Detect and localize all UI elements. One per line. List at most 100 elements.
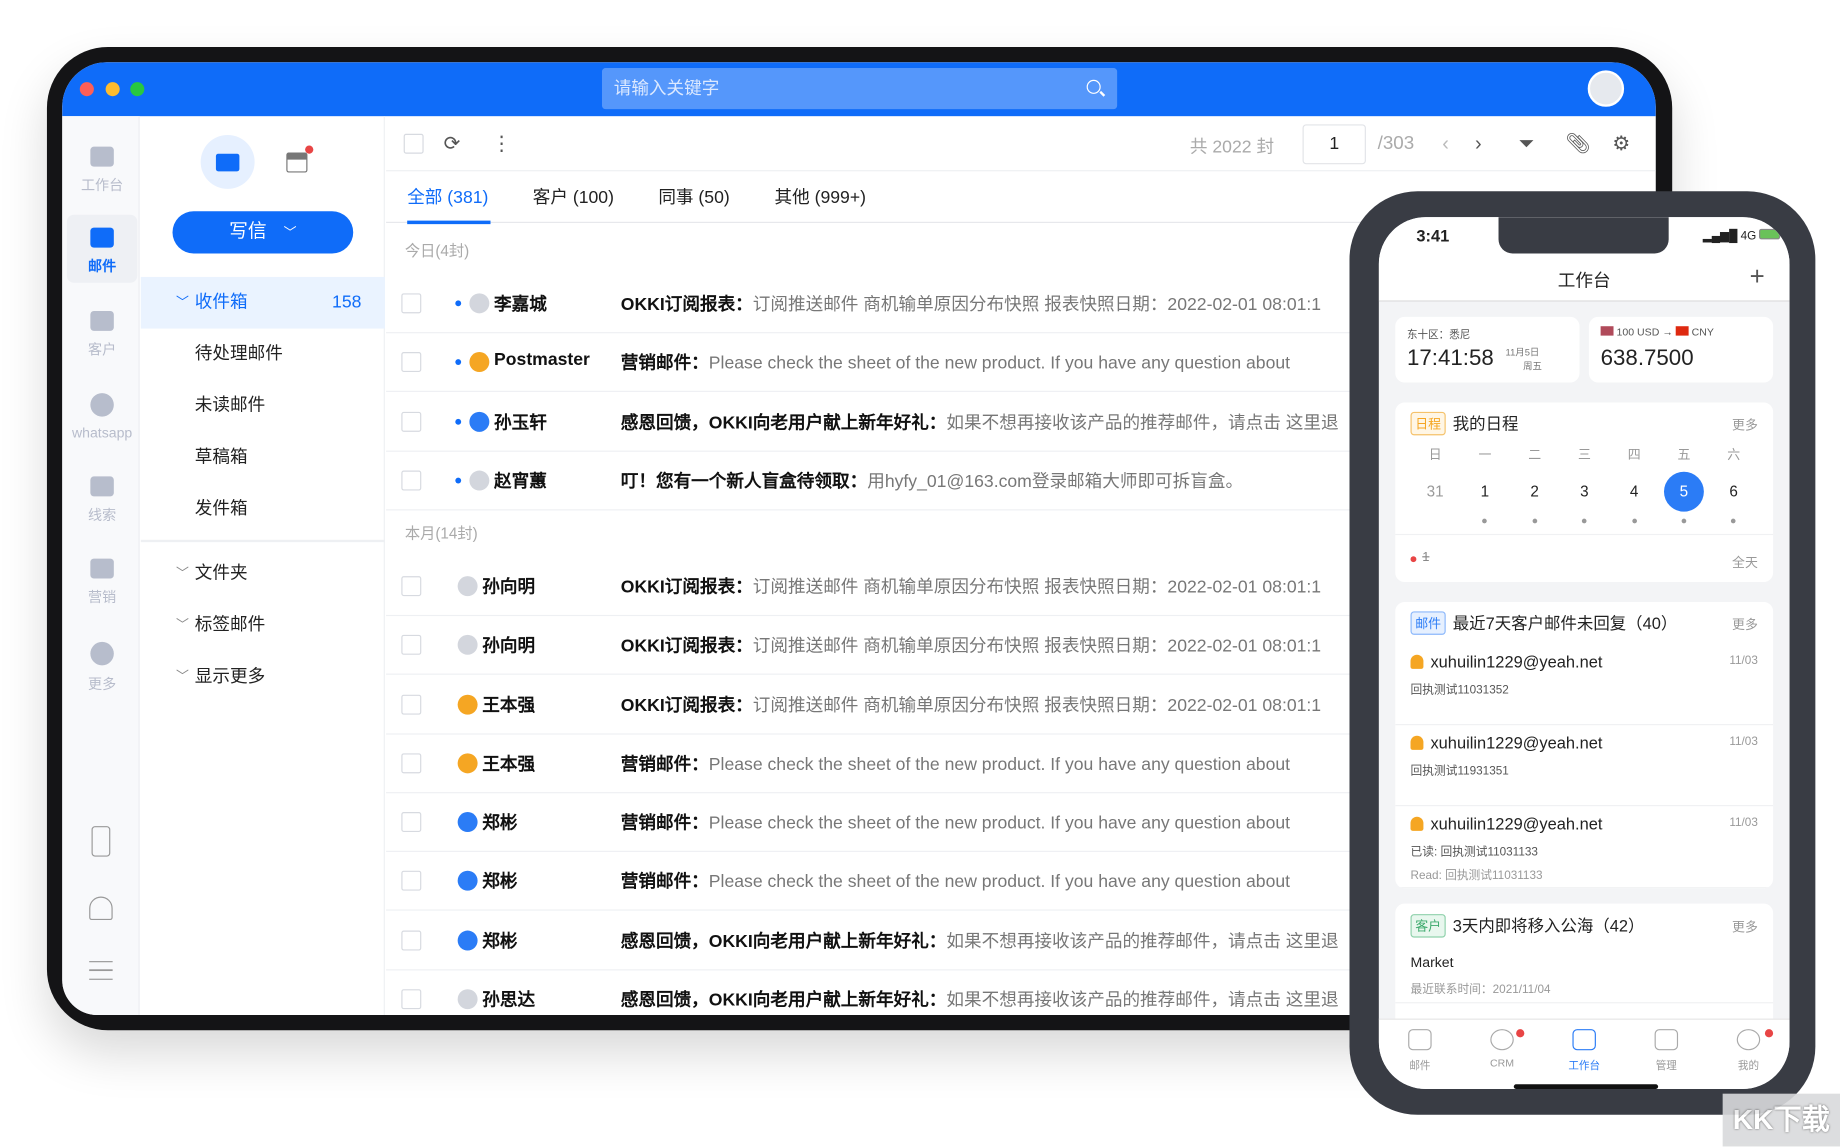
user-avatar[interactable] [1587, 70, 1625, 107]
sender-name: 孙向明 [482, 577, 536, 598]
rail-item-6[interactable]: 更多 [67, 629, 137, 697]
row-checkbox[interactable] [401, 989, 422, 1010]
row-checkbox[interactable] [401, 352, 422, 372]
mailcard-more-link[interactable]: 更多 [1732, 615, 1758, 634]
bell-icon[interactable] [89, 896, 113, 921]
rail-item-2[interactable]: 客户 [67, 298, 137, 366]
sender-name: 孙思达 [482, 990, 536, 1011]
customer-company[interactable]: Market [1411, 954, 1454, 970]
unreplied-mail-item[interactable]: xuhuilin1229@yeah.net 11/03 已读: 回执测试110311… [1395, 806, 1774, 889]
notch [1498, 217, 1669, 254]
org-structure-icon[interactable] [286, 152, 308, 173]
mailcard-title: 最近7天客户邮件未回复（40） [1452, 613, 1678, 633]
tab-customers[interactable]: 客户 (100) [533, 184, 614, 209]
group-tagged[interactable]: ﹀ 标签邮件 [141, 600, 385, 652]
next-page-icon[interactable]: › [1475, 133, 1482, 156]
folder-panel: 写信 ﹀ ﹀ 收件箱 158 待处理邮件 未读邮件 草稿箱 发件箱 ﹀ 文件夹 ﹀ 标签… [140, 116, 385, 1016]
total-count: 共 2022 封 [1189, 137, 1275, 158]
customer-tag: 客户 [1410, 914, 1446, 938]
mailbox-switch-button[interactable] [200, 134, 255, 189]
rail-item-5[interactable]: 营销 [67, 546, 137, 614]
calendar-day[interactable]: 31 [1415, 472, 1455, 512]
attachment-icon[interactable]: 📎︎ [1565, 133, 1590, 156]
custcard-more-link[interactable]: 更多 [1732, 918, 1758, 937]
tab-colleagues[interactable]: 同事 (50) [658, 184, 729, 209]
row-checkbox[interactable] [401, 812, 422, 832]
calendar-day[interactable]: 5 [1663, 471, 1704, 512]
rail-item-label: 工作台 [80, 177, 124, 194]
mobile-tab-label: CRM [1490, 1057, 1515, 1070]
schedule-title: 我的日程 [1452, 414, 1519, 434]
maximize-window-button[interactable] [130, 82, 145, 97]
group-show-more[interactable]: ﹀ 显示更多 [141, 651, 385, 703]
network-type: 4G [1740, 230, 1757, 243]
row-checkbox[interactable] [401, 753, 422, 774]
folder-drafts[interactable]: 草稿箱 [141, 432, 385, 484]
unreplied-mail-card: 邮件 最近7天客户邮件未回复（40） 更多 xuhuilin1229@yeah.n… [1395, 601, 1774, 889]
mobile-tab-1[interactable]: CRM [1467, 1029, 1537, 1069]
mobile-device-icon[interactable] [91, 826, 111, 857]
search-input[interactable]: 请输入关键字 [601, 68, 1118, 110]
app-nav-rail: 工作台邮件客户 whatsapp 线索营销更多 [62, 116, 140, 1016]
minimize-window-button[interactable] [105, 82, 120, 97]
row-checkbox[interactable] [401, 694, 422, 715]
unreplied-mail-item[interactable]: xuhuilin1229@yeah.net 11/03 回执测试11931351 [1395, 725, 1774, 807]
contact-person-icon [1410, 654, 1424, 669]
row-checkbox[interactable] [401, 293, 422, 314]
event-title[interactable]: 1 [1422, 550, 1429, 564]
settings-gear-icon[interactable]: ⚙ [1612, 133, 1630, 156]
row-checkbox[interactable] [401, 411, 422, 432]
calendar-day[interactable]: 6 [1714, 472, 1754, 512]
chevron-down-icon: ﹀ [176, 295, 189, 310]
add-icon[interactable]: + [1750, 262, 1765, 293]
close-window-button[interactable] [79, 82, 94, 97]
rail-item-4[interactable]: 线索 [67, 464, 137, 532]
more-vertical-icon[interactable]: ⋮ [492, 133, 512, 156]
select-all-checkbox[interactable] [403, 133, 424, 154]
folder-pending[interactable]: 待处理邮件 [141, 329, 385, 381]
tab-others[interactable]: 其他 (999+) [774, 184, 865, 209]
chevron-down-icon[interactable]: ﹀ [284, 226, 297, 240]
row-checkbox[interactable] [401, 576, 422, 597]
row-checkbox[interactable] [401, 930, 422, 951]
menu-icon[interactable] [89, 961, 113, 980]
row-checkbox[interactable] [401, 634, 422, 655]
row-checkbox[interactable] [401, 470, 422, 491]
calendar-day[interactable]: 2 [1515, 472, 1555, 512]
folder-unread[interactable]: 未读邮件 [141, 380, 385, 432]
calendar-day[interactable]: 1 [1465, 472, 1505, 512]
mobile-tab-3[interactable]: 管理 [1631, 1029, 1701, 1072]
sender-avatar [469, 352, 490, 372]
group-folders[interactable]: ﹀ 文件夹 [141, 548, 385, 600]
calendar-day[interactable]: 4 [1614, 472, 1654, 512]
mobile-tab-0[interactable]: 邮件 [1385, 1029, 1455, 1072]
cn-flag-icon [1675, 326, 1689, 336]
world-clock-card[interactable]: 东十区：悉尼 17:41:58 11月5日 周五 [1395, 316, 1580, 383]
folder-inbox[interactable]: ﹀ 收件箱 158 [140, 276, 385, 329]
unreplied-mail-item[interactable]: xuhuilin1229@yeah.net 11/03 回执测试11031352 [1395, 644, 1774, 726]
mobile-tab-bar: 邮件 CRM 工作台 管理 我的 [1378, 1018, 1790, 1089]
group-label: 标签邮件 [194, 614, 266, 635]
users-icon [90, 310, 114, 331]
management-icon [1654, 1029, 1679, 1051]
refresh-icon[interactable]: ⟳ [444, 133, 461, 156]
schedule-more-link[interactable]: 更多 [1732, 415, 1758, 434]
filter-icon[interactable]: ⏷ [1518, 133, 1534, 156]
tab-all[interactable]: 全部 (381) [407, 184, 488, 209]
mobile-tab-2[interactable]: 工作台 [1549, 1029, 1619, 1072]
currency-card[interactable]: 100 USD → CNY 638.7500 [1588, 316, 1774, 383]
search-icon[interactable] [1086, 79, 1101, 94]
mobile-tab-4[interactable]: 我的 [1713, 1029, 1783, 1072]
unread-dot [455, 418, 462, 425]
prev-page-icon[interactable]: ‹ [1442, 133, 1449, 156]
calendar-day[interactable]: 3 [1564, 472, 1604, 512]
folder-sent[interactable]: 发件箱 [141, 483, 385, 535]
page-input[interactable]: 1 [1302, 124, 1366, 165]
rail-item-3[interactable]: whatsapp [67, 380, 137, 448]
mail-preview: 如果不想再接收该产品的推荐邮件，请点击 这里退 [946, 413, 1339, 434]
compose-button[interactable]: 写信 ﹀ [172, 211, 354, 254]
rail-item-1[interactable]: 邮件 [66, 214, 138, 283]
rail-item-0[interactable]: 工作台 [67, 134, 137, 202]
row-checkbox[interactable] [401, 870, 422, 891]
weekday-label: 四 [1627, 448, 1641, 463]
